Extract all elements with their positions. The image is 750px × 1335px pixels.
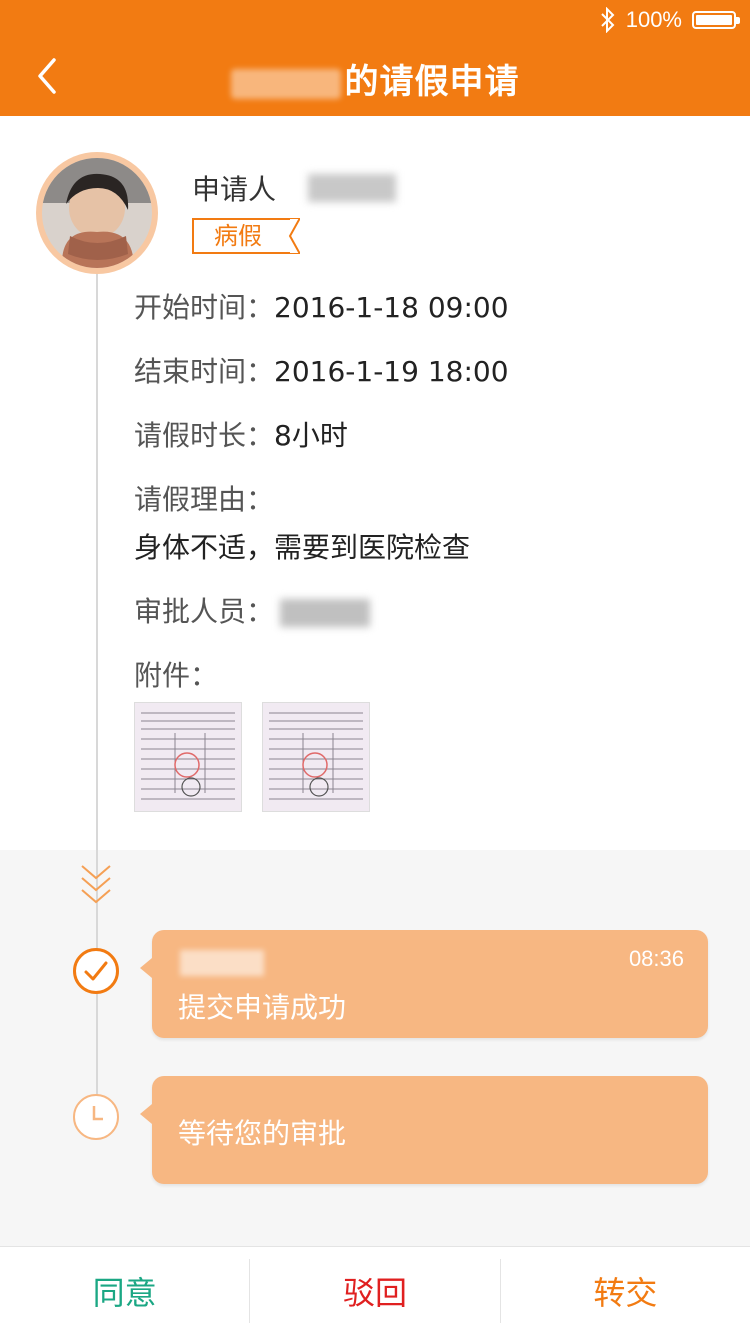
app-header: 100% 的请假申请 [0, 0, 750, 116]
action-bar: 同意 驳回 转交 [0, 1246, 750, 1335]
avatar-photo [42, 158, 152, 268]
timeline-item-pending: 等待您的审批 [140, 1076, 708, 1184]
timeline-text: 提交申请成功 [178, 991, 347, 1024]
chevron-down-icon [81, 865, 111, 904]
reject-button[interactable]: 驳回 [250, 1247, 499, 1335]
approval-timeline-section [0, 850, 750, 1246]
attachments-label: 附件： [134, 659, 219, 692]
battery-percent: 100% [625, 7, 682, 32]
timeline-time: 08:36 [628, 946, 684, 971]
redacted-name [230, 68, 341, 99]
page-title: 的请假申请 [0, 54, 750, 103]
redacted-submitter-name [180, 950, 264, 976]
timeline-item-submitted: 08:36 提交申请成功 [140, 930, 708, 1038]
approve-button[interactable]: 同意 [0, 1247, 249, 1335]
attachment-thumbnail[interactable] [134, 702, 242, 812]
avatar [36, 152, 158, 274]
redacted-applicant-name [308, 174, 397, 202]
end-time-value: 2016-1-19 18:00 [274, 355, 509, 388]
end-time-row: 结束时间：2016-1-19 18:00 [134, 350, 509, 390]
leave-type-label: 病假 [214, 222, 262, 250]
applicant-row: 申请人 [192, 168, 397, 208]
bluetooth-icon [601, 7, 615, 33]
attachment-list [134, 702, 370, 812]
start-time-value: 2016-1-18 09:00 [274, 291, 509, 324]
badge-notch [288, 218, 300, 254]
attachments-row: 附件： [134, 654, 218, 694]
duration-value: 8小时 [274, 419, 348, 452]
duration-label: 请假时长： [134, 419, 275, 452]
approver-label: 审批人员： [134, 595, 275, 628]
reason-label: 请假理由： [134, 483, 275, 516]
page-title-suffix: 的请假申请 [344, 62, 520, 102]
leave-type-badge: 病假 [192, 218, 300, 254]
start-time-row: 开始时间：2016-1-18 09:00 [134, 286, 509, 326]
duration-row: 请假时长：8小时 [134, 414, 348, 454]
transfer-button[interactable]: 转交 [501, 1247, 750, 1335]
redacted-approver-name [280, 599, 371, 627]
reason-value: 身体不适，需要到医院检查 [134, 531, 471, 564]
attachment-thumbnail[interactable] [262, 702, 370, 812]
status-bar: 100% [600, 6, 740, 34]
end-time-label: 结束时间： [134, 355, 275, 388]
start-time-label: 开始时间： [134, 291, 275, 324]
check-circle-icon [73, 948, 119, 994]
clock-icon [73, 1094, 119, 1140]
battery-icon [692, 11, 740, 29]
approver-row: 审批人员： [134, 590, 371, 630]
timeline-text: 等待您的审批 [178, 1117, 347, 1150]
reason-label-row: 请假理由： [134, 478, 274, 518]
applicant-label: 申请人 [192, 173, 277, 206]
battery-fill [696, 15, 732, 25]
